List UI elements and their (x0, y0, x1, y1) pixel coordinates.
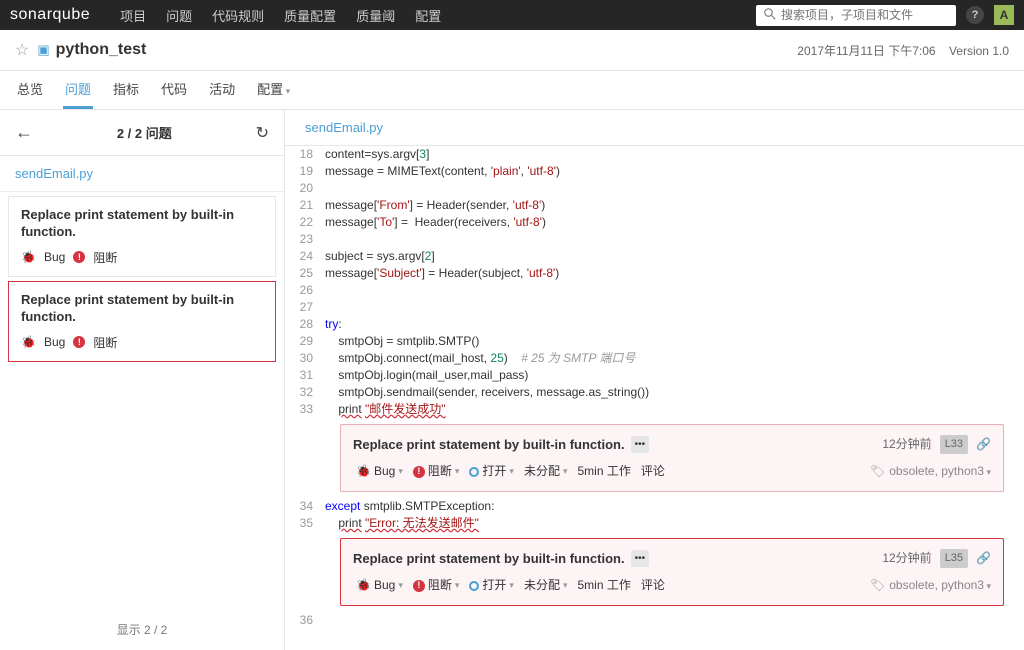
issue-box-title: Replace print statement by built-in func… (353, 436, 625, 453)
logo[interactable]: sonarqube (10, 6, 90, 24)
permalink-icon[interactable]: 🔗 (976, 436, 991, 453)
tags-selector[interactable]: obsolete, python3 (889, 463, 991, 481)
effort-label: 5min 工作 (574, 462, 633, 481)
code-area: 18content=sys.argv[3] 19message = MIMETe… (285, 146, 1024, 629)
status-selector[interactable]: 打开 (466, 576, 517, 595)
project-version: Version 1.0 (949, 44, 1009, 58)
issue-title: Replace print statement by built-in func… (21, 207, 263, 241)
issue-box[interactable]: Replace print statement by built-in func… (340, 538, 1004, 606)
project-timestamp: 2017年11月11日 下午7:06 (797, 44, 935, 58)
line-badge[interactable]: L33 (940, 435, 968, 454)
tab-overview[interactable]: 总览 (15, 71, 45, 109)
issue-type: Bug (44, 335, 65, 349)
issue-box[interactable]: Replace print statement by built-in func… (340, 424, 1004, 492)
project-meta: 2017年11月11日 下午7:06 Version 1.0 (797, 42, 1009, 59)
issue-time: 12分钟前 (882, 436, 931, 453)
back-arrow-icon[interactable]: ← (15, 122, 33, 143)
bug-icon: 🐞 (21, 250, 36, 264)
issue-severity: 阻断 (93, 334, 117, 351)
issue-item[interactable]: Replace print statement by built-in func… (8, 281, 276, 362)
folder-icon: ▣ (37, 42, 49, 58)
issue-severity: 阻断 (93, 249, 117, 266)
severity-selector[interactable]: ! 阻断 (410, 462, 463, 481)
issue-count: 2 / 2 问题 (33, 123, 256, 142)
status-selector[interactable]: 打开 (466, 462, 517, 481)
sidebar: ← 2 / 2 问题 ↻ sendEmail.py Replace print … (0, 110, 285, 650)
nav-quality-gates[interactable]: 质量阈 (346, 6, 405, 25)
sidebar-file[interactable]: sendEmail.py (0, 156, 284, 192)
tab-issues[interactable]: 问题 (63, 71, 93, 109)
nav-quality-profiles[interactable]: 质量配置 (274, 6, 346, 25)
permalink-icon[interactable]: 🔗 (976, 550, 991, 567)
assignee-selector[interactable]: 未分配 (521, 462, 571, 481)
comments-button[interactable]: 评论 (638, 462, 668, 481)
user-avatar[interactable]: A (994, 5, 1014, 25)
tag-icon: 🏷 (870, 463, 885, 480)
search-input[interactable] (781, 8, 948, 22)
search-icon (764, 8, 776, 23)
search-box[interactable] (756, 5, 956, 26)
nav-projects[interactable]: 项目 (110, 6, 156, 25)
bug-icon: 🐞 (21, 335, 36, 349)
more-button[interactable]: ••• (631, 550, 650, 567)
type-selector[interactable]: 🐞 Bug (353, 576, 406, 595)
help-icon[interactable]: ? (966, 6, 984, 24)
issue-box-title: Replace print statement by built-in func… (353, 550, 625, 567)
more-button[interactable]: ••• (631, 436, 650, 453)
project-name[interactable]: python_test (56, 41, 147, 59)
tab-code[interactable]: 代码 (159, 71, 189, 109)
favorite-star-icon[interactable]: ☆ (15, 40, 29, 60)
tags-selector[interactable]: obsolete, python3 (889, 577, 991, 595)
issue-item[interactable]: Replace print statement by built-in func… (8, 196, 276, 277)
tab-measures[interactable]: 指标 (111, 71, 141, 109)
project-tabs: 总览 问题 指标 代码 活动 配置 (0, 71, 1024, 110)
project-header: ☆ ▣ python_test 2017年11月11日 下午7:06 Versi… (0, 30, 1024, 71)
assignee-selector[interactable]: 未分配 (521, 576, 571, 595)
top-nav: sonarqube 项目 问题 代码规则 质量配置 质量阈 配置 ? A (0, 0, 1024, 30)
nav-admin[interactable]: 配置 (405, 6, 451, 25)
severity-blocker-icon: ! (73, 251, 85, 263)
effort-label: 5min 工作 (574, 576, 633, 595)
nav-issues[interactable]: 问题 (156, 6, 202, 25)
content-file[interactable]: sendEmail.py (285, 110, 1024, 146)
tab-activity[interactable]: 活动 (207, 71, 237, 109)
refresh-icon[interactable]: ↻ (256, 123, 269, 143)
content: sendEmail.py 18content=sys.argv[3] 19mes… (285, 110, 1024, 650)
issue-type: Bug (44, 250, 65, 264)
tab-admin[interactable]: 配置 (255, 71, 292, 109)
issue-time: 12分钟前 (882, 550, 931, 567)
nav-rules[interactable]: 代码规则 (202, 6, 274, 25)
severity-selector[interactable]: ! 阻断 (410, 576, 463, 595)
show-count: 显示 2 / 2 (0, 609, 284, 650)
issue-title: Replace print statement by built-in func… (21, 292, 263, 326)
line-badge[interactable]: L35 (940, 549, 968, 568)
comments-button[interactable]: 评论 (638, 576, 668, 595)
tag-icon: 🏷 (870, 577, 885, 594)
type-selector[interactable]: 🐞 Bug (353, 462, 406, 481)
severity-blocker-icon: ! (73, 336, 85, 348)
